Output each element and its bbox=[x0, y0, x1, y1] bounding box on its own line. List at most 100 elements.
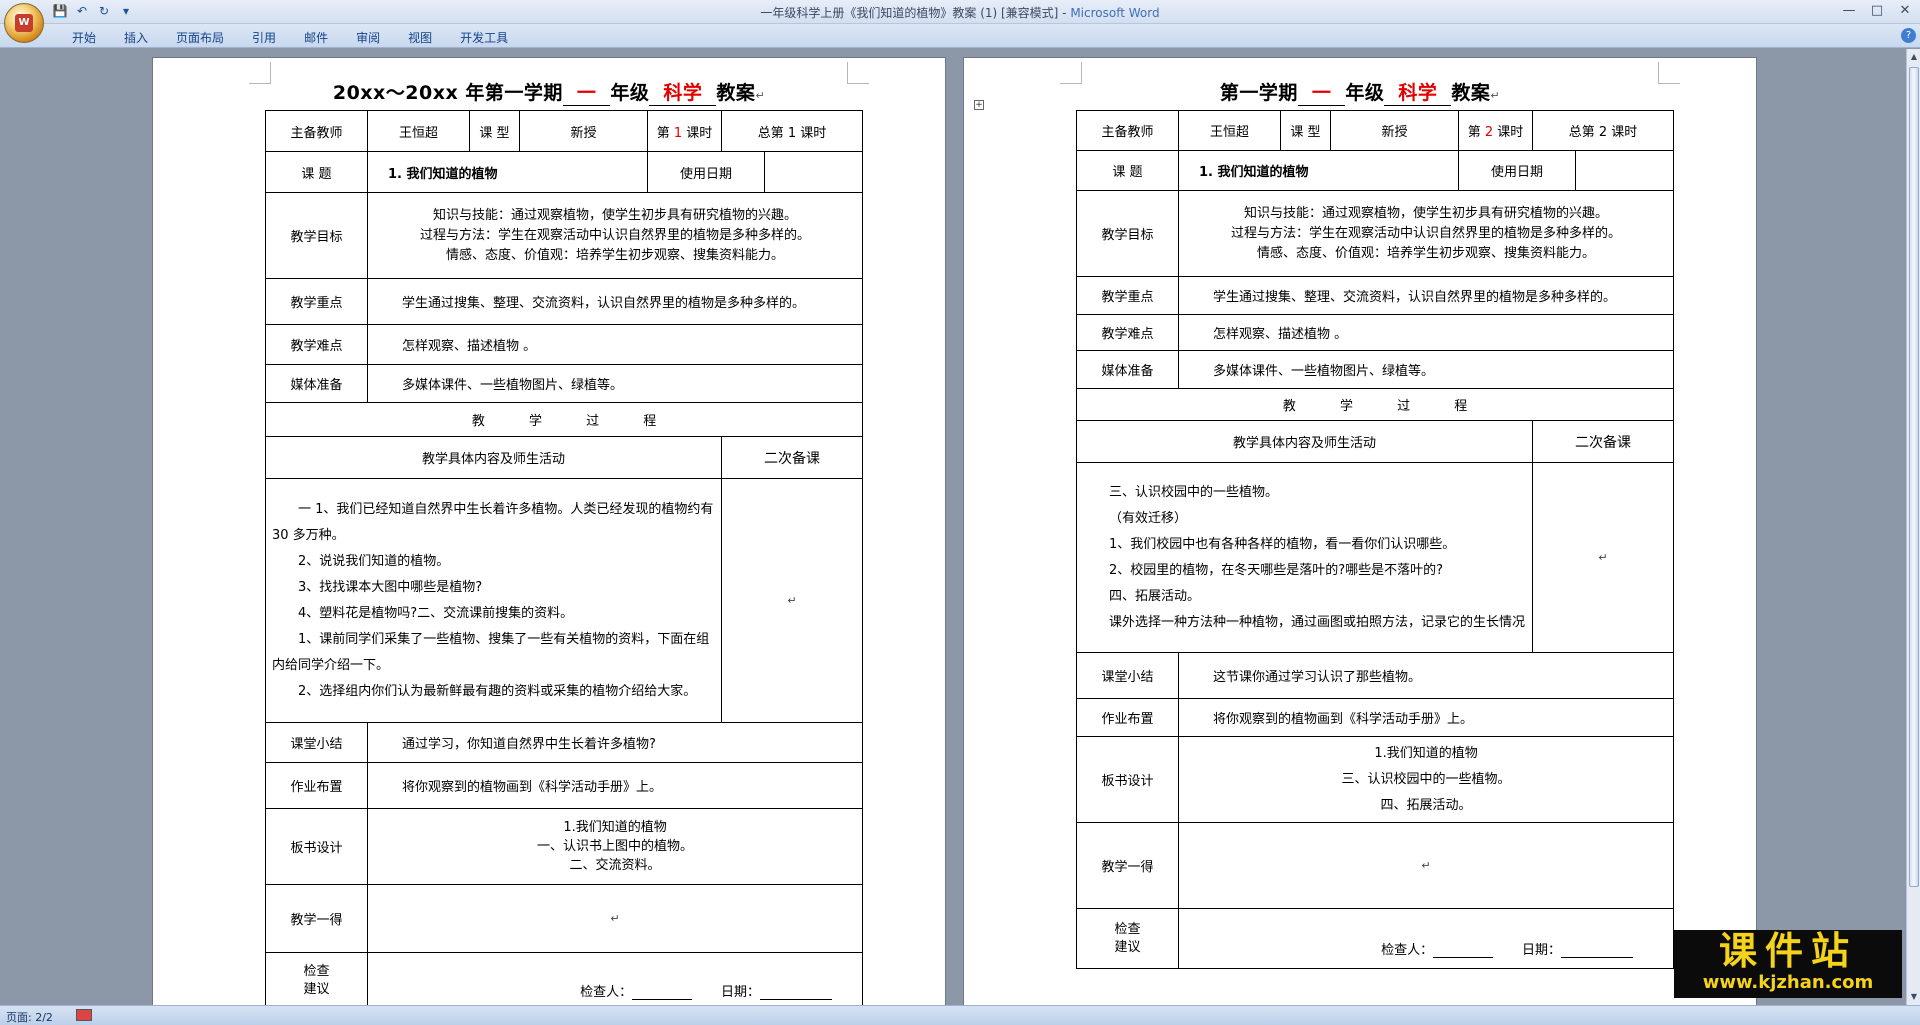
lesson-plan-table: 主备教师 王恒超 课 型 新授 第 1 课时 总第 1 课时 课 题 1. 我们… bbox=[264, 110, 864, 1005]
check-label: 检查 bbox=[1114, 921, 1141, 937]
title-suffix: 教案 bbox=[1451, 82, 1491, 104]
media-value[interactable]: 多媒体课件、一些植物图片、绿植等。 bbox=[1177, 350, 1675, 389]
activity-line: 2、说说我们知道的植物。 bbox=[298, 553, 450, 569]
date-blank[interactable] bbox=[760, 987, 833, 1000]
maximize-icon[interactable]: □ bbox=[1868, 2, 1886, 20]
lesson-plan-table: 主备教师 王恒超 课 型 新授 第 2 课时 总第 2 课时 课 题 1. 我们… bbox=[1075, 110, 1675, 969]
help-icon[interactable]: ? bbox=[1901, 28, 1916, 43]
teacher-value[interactable]: 王恒超 bbox=[1178, 110, 1281, 151]
tab-references[interactable]: 引用 bbox=[240, 29, 288, 46]
proofing-status-icon[interactable] bbox=[76, 1009, 92, 1021]
checker-label: 检查人： bbox=[1381, 943, 1434, 958]
title-bar: W 💾 ↶ ↻ ▾ 一年级科学上册《我们知道的植物》教案 (1) [兼容模式] … bbox=[0, 0, 1920, 43]
tab-page-layout[interactable]: 页面布局 bbox=[164, 29, 236, 46]
total-lessons[interactable]: 总第 1 课时 bbox=[721, 110, 864, 152]
reflection-cell[interactable]: ↵ bbox=[1177, 822, 1675, 909]
topic-value[interactable]: 1. 我们知道的植物 bbox=[1177, 150, 1460, 191]
tab-home[interactable]: 开始 bbox=[60, 29, 108, 46]
table-row: 教学重点 学生通过搜集、整理、交流资料，认识自然界里的植物是多种多样的。 bbox=[265, 278, 864, 325]
tab-mailings[interactable]: 邮件 bbox=[292, 29, 340, 46]
board-cell[interactable]: 1.我们知道的植物 三、认识校园中的一些植物。 四、拓展活动。 bbox=[1177, 736, 1675, 823]
topic-value[interactable]: 1. 我们知道的植物 bbox=[366, 151, 649, 193]
course-type-label: 课 型 bbox=[1280, 110, 1331, 151]
activities-cell[interactable]: 一 1、我们已经知道自然界中生长着许多植物。人类已经发现的植物约有 30 多万种… bbox=[264, 478, 723, 723]
total-lessons[interactable]: 总第 2 课时 bbox=[1532, 110, 1675, 151]
vertical-scrollbar[interactable]: ▲ ▼ bbox=[1906, 49, 1920, 1005]
document-page-2[interactable]: + 第一学期一年级 科学 教案↵ 主备教师 王恒超 课 型 新授 第 2 课时 总第… bbox=[963, 57, 1757, 1005]
tab-insert[interactable]: 插入 bbox=[112, 29, 160, 46]
date-label: 日期： bbox=[1522, 943, 1562, 958]
lesson-number[interactable]: 第 2 课时 bbox=[1458, 110, 1534, 151]
key-points-value[interactable]: 学生通过搜集、整理、交流资料，认识自然界里的植物是多种多样的。 bbox=[366, 278, 864, 325]
paragraph-mark-icon: ↵ bbox=[1421, 859, 1431, 872]
tab-developer[interactable]: 开发工具 bbox=[448, 29, 520, 46]
topic-label: 课 题 bbox=[1076, 150, 1179, 191]
document-page-1[interactable]: 20xx～20xx 年第一学期一年级 科学 教案↵ 主备教师 王恒超 课 型 新授 … bbox=[152, 57, 946, 1005]
scrollbar-thumb[interactable] bbox=[1909, 67, 1919, 887]
homework-value[interactable]: 将你观察到的植物画到《科学活动手册》上。 bbox=[366, 762, 864, 809]
media-value[interactable]: 多媒体课件、一些植物图片、绿植等。 bbox=[366, 364, 864, 403]
paragraph-mark-icon: ↵ bbox=[1598, 551, 1608, 564]
lesson-number[interactable]: 第 1 课时 bbox=[647, 110, 723, 152]
second-prep-cell[interactable]: ↵ bbox=[721, 478, 864, 723]
document-workspace[interactable]: 20xx～20xx 年第一学期一年级 科学 教案↵ 主备教师 王恒超 课 型 新授 … bbox=[0, 49, 1906, 1005]
table-row: 教学目标 知识与技能：通过观察植物，使学生初步具有研究植物的兴趣。 过程与方法：… bbox=[1076, 190, 1675, 277]
checker-blank[interactable] bbox=[632, 987, 693, 1000]
key-points-value[interactable]: 学生通过搜集、整理、交流资料，认识自然界里的植物是多种多样的。 bbox=[1177, 276, 1675, 315]
goals-label: 教学目标 bbox=[1076, 190, 1179, 277]
tab-view[interactable]: 视图 bbox=[396, 29, 444, 46]
scroll-down-icon[interactable]: ▼ bbox=[1909, 991, 1919, 1003]
check-cell[interactable]: 检查人： 日期： bbox=[366, 952, 864, 1005]
title-subject: 科学 bbox=[649, 78, 717, 106]
goals-cell[interactable]: 知识与技能：通过观察植物，使学生初步具有研究植物的兴趣。 过程与方法：学生在观察… bbox=[366, 192, 864, 279]
table-row: 课堂小结 这节课你通过学习认识了那些植物。 bbox=[1076, 652, 1675, 699]
board-label: 板书设计 bbox=[265, 808, 368, 885]
tab-review[interactable]: 审阅 bbox=[344, 29, 392, 46]
table-row: 作业布置 将你观察到的植物画到《科学活动手册》上。 bbox=[265, 762, 864, 809]
close-icon[interactable]: ✕ bbox=[1896, 2, 1914, 20]
activity-line: 4、塑料花是植物吗?二、交流课前搜集的资料。 bbox=[298, 605, 574, 621]
second-prep-cell[interactable]: ↵ bbox=[1532, 462, 1675, 653]
difficulties-value[interactable]: 怎样观察、描述植物 。 bbox=[366, 324, 864, 365]
minimize-icon[interactable]: — bbox=[1840, 2, 1858, 20]
media-label: 媒体准备 bbox=[265, 364, 368, 403]
date-blank[interactable] bbox=[1561, 945, 1634, 958]
difficulties-value[interactable]: 怎样观察、描述植物 。 bbox=[1177, 314, 1675, 351]
goal-line: 情感、态度、价值观：培养学生初步观察、搜集资料能力。 bbox=[1257, 245, 1596, 261]
teacher-value[interactable]: 王恒超 bbox=[367, 110, 470, 152]
use-date-value[interactable] bbox=[764, 151, 864, 193]
title-grade: 一 bbox=[1297, 78, 1346, 106]
use-date-value[interactable] bbox=[1575, 150, 1675, 191]
checker-blank[interactable] bbox=[1433, 945, 1494, 958]
process-heading: 教 学 过 程 bbox=[1075, 388, 1675, 421]
goal-line: 情感、态度、价值观：培养学生初步观察、搜集资料能力。 bbox=[446, 247, 785, 263]
office-button[interactable]: W bbox=[4, 3, 44, 43]
activities-cell[interactable]: 三、认识校园中的一些植物。 （有效迁移） 1、我们校园中也有各种各样的植物，看一… bbox=[1075, 462, 1534, 653]
homework-value[interactable]: 将你观察到的植物画到《科学活动手册》上。 bbox=[1177, 698, 1675, 737]
date-label: 日期： bbox=[721, 985, 761, 1000]
summary-value[interactable]: 这节课你通过学习认识了那些植物。 bbox=[1177, 652, 1675, 699]
second-prep-heading: 二次备课 bbox=[721, 436, 864, 479]
goal-line: 知识与技能：通过观察植物，使学生初步具有研究植物的兴趣。 bbox=[433, 207, 798, 223]
scroll-up-icon[interactable]: ▲ bbox=[1909, 51, 1919, 63]
page-indicator[interactable]: 页面: 2/2 bbox=[6, 1009, 53, 1025]
paragraph-mark-icon: ↵ bbox=[787, 594, 797, 607]
course-type-value[interactable]: 新授 bbox=[518, 110, 649, 152]
board-line: 三、认识校园中的一些植物。 bbox=[1341, 771, 1511, 787]
table-row: 板书设计 1.我们知道的植物 一、认识书上图中的植物。 二、交流资料。 bbox=[265, 808, 864, 885]
check-cell[interactable]: 检查人： 日期： bbox=[1177, 908, 1675, 969]
activity-line: 2、校园里的植物，在冬天哪些是落叶的?哪些是不落叶的? bbox=[1109, 562, 1444, 578]
lesson-prefix: 第 bbox=[656, 125, 670, 141]
reflection-cell[interactable]: ↵ bbox=[366, 884, 864, 953]
board-line: 1.我们知道的植物 bbox=[563, 820, 667, 835]
course-type-value[interactable]: 新授 bbox=[1329, 110, 1460, 151]
board-cell[interactable]: 1.我们知道的植物 一、认识书上图中的植物。 二、交流资料。 bbox=[366, 808, 864, 885]
status-bar: 页面: 2/2 bbox=[0, 1005, 1920, 1025]
summary-value[interactable]: 通过学习，你知道自然界中生长着许多植物? bbox=[366, 722, 864, 763]
summary-label: 课堂小结 bbox=[265, 722, 368, 763]
table-row: 教学难点 怎样观察、描述植物 。 bbox=[265, 324, 864, 365]
board-label: 板书设计 bbox=[1076, 736, 1179, 823]
table-row: 检查 建议 检查人： 日期： bbox=[265, 952, 864, 1005]
table-row: 课 题 1. 我们知道的植物 使用日期 bbox=[1076, 150, 1675, 191]
goals-cell[interactable]: 知识与技能：通过观察植物，使学生初步具有研究植物的兴趣。 过程与方法：学生在观察… bbox=[1177, 190, 1675, 277]
